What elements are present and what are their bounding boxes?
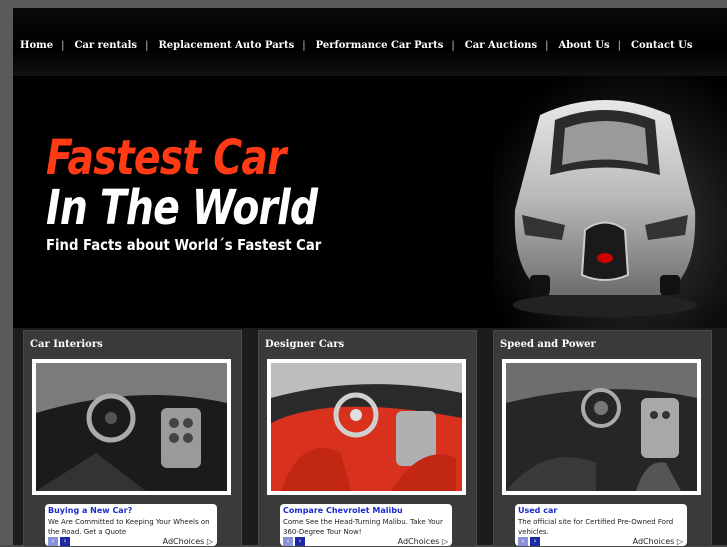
ad-unit: Compare Chevrolet Malibu Come See the He…: [280, 504, 452, 546]
nav-item-about-us[interactable]: About Us |: [558, 40, 631, 51]
supercar-image: [513, 100, 697, 317]
ad-body: We Are Committed to Keeping Your Wheels …: [48, 518, 210, 536]
nav-item-home[interactable]: Home |: [20, 40, 74, 51]
ad-title-link[interactable]: Compare Chevrolet Malibu: [283, 506, 403, 515]
hero-banner: Fastest Car In The World Find Facts abou…: [13, 76, 727, 328]
ad-body: The official site for Certified Pre-Owne…: [518, 518, 674, 536]
nav-item-replacement-auto-parts[interactable]: Replacement Auto Parts |: [158, 40, 315, 51]
page: Home | Car rentals | Replacement Auto Part…: [13, 8, 727, 547]
nav-item-car-auctions[interactable]: Car Auctions |: [465, 40, 559, 51]
ad-body: Come See the Head-Turning Malibu. Take Y…: [283, 518, 443, 536]
ad-title-link[interactable]: Used car: [518, 506, 557, 515]
nav-label[interactable]: Car Auctions: [465, 40, 537, 51]
designer-car-photo[interactable]: [267, 359, 466, 495]
section-title[interactable]: Designer Cars: [265, 339, 344, 350]
nav-separator: |: [617, 40, 621, 51]
section-designer-cars: Designer Cars Compare Chevrolet Malibu C…: [258, 330, 477, 547]
ad-unit: Used car The official site for Certified…: [515, 504, 687, 546]
section-title[interactable]: Speed and Power: [500, 339, 596, 350]
hero-title-line1: Fastest Car: [46, 130, 286, 186]
nav-separator: |: [545, 40, 549, 51]
nav-label[interactable]: Replacement Auto Parts: [158, 40, 294, 51]
top-nav: Home | Car rentals | Replacement Auto Part…: [13, 8, 727, 77]
nav-list: Home | Car rentals | Replacement Auto Part…: [20, 40, 693, 51]
nav-separator: |: [145, 40, 149, 51]
section-title[interactable]: Car Interiors: [30, 339, 103, 350]
nav-label[interactable]: Contact Us: [631, 40, 693, 51]
nav-separator: |: [451, 40, 455, 51]
nav-item-performance-car-parts[interactable]: Performance Car Parts |: [316, 40, 465, 51]
nav-separator: |: [302, 40, 306, 51]
ad-unit: Buying a New Car? We Are Committed to Ke…: [45, 504, 217, 546]
speed-car-photo[interactable]: [502, 359, 701, 495]
nav-label[interactable]: Car rentals: [74, 40, 137, 51]
section-car-interiors: Car Interiors Buying a New Car? We Are C…: [23, 330, 242, 547]
nav-label[interactable]: About Us: [558, 40, 609, 51]
nav-label[interactable]: Performance Car Parts: [316, 40, 444, 51]
car-interior-photo[interactable]: [32, 359, 231, 495]
section-speed-and-power: Speed and Power Used car The official si…: [493, 330, 712, 547]
nav-separator: |: [61, 40, 65, 51]
feature-sections: Car Interiors Buying a New Car? We Are C…: [23, 330, 723, 547]
nav-item-car-rentals[interactable]: Car rentals |: [74, 40, 158, 51]
ad-title-link[interactable]: Buying a New Car?: [48, 506, 132, 515]
nav-item-contact-us[interactable]: Contact Us: [631, 40, 693, 51]
hero-title-line2: In The World: [46, 180, 318, 236]
nav-label[interactable]: Home: [20, 40, 53, 51]
hero-tagline: Find Facts about World´s Fastest Car: [46, 236, 322, 254]
